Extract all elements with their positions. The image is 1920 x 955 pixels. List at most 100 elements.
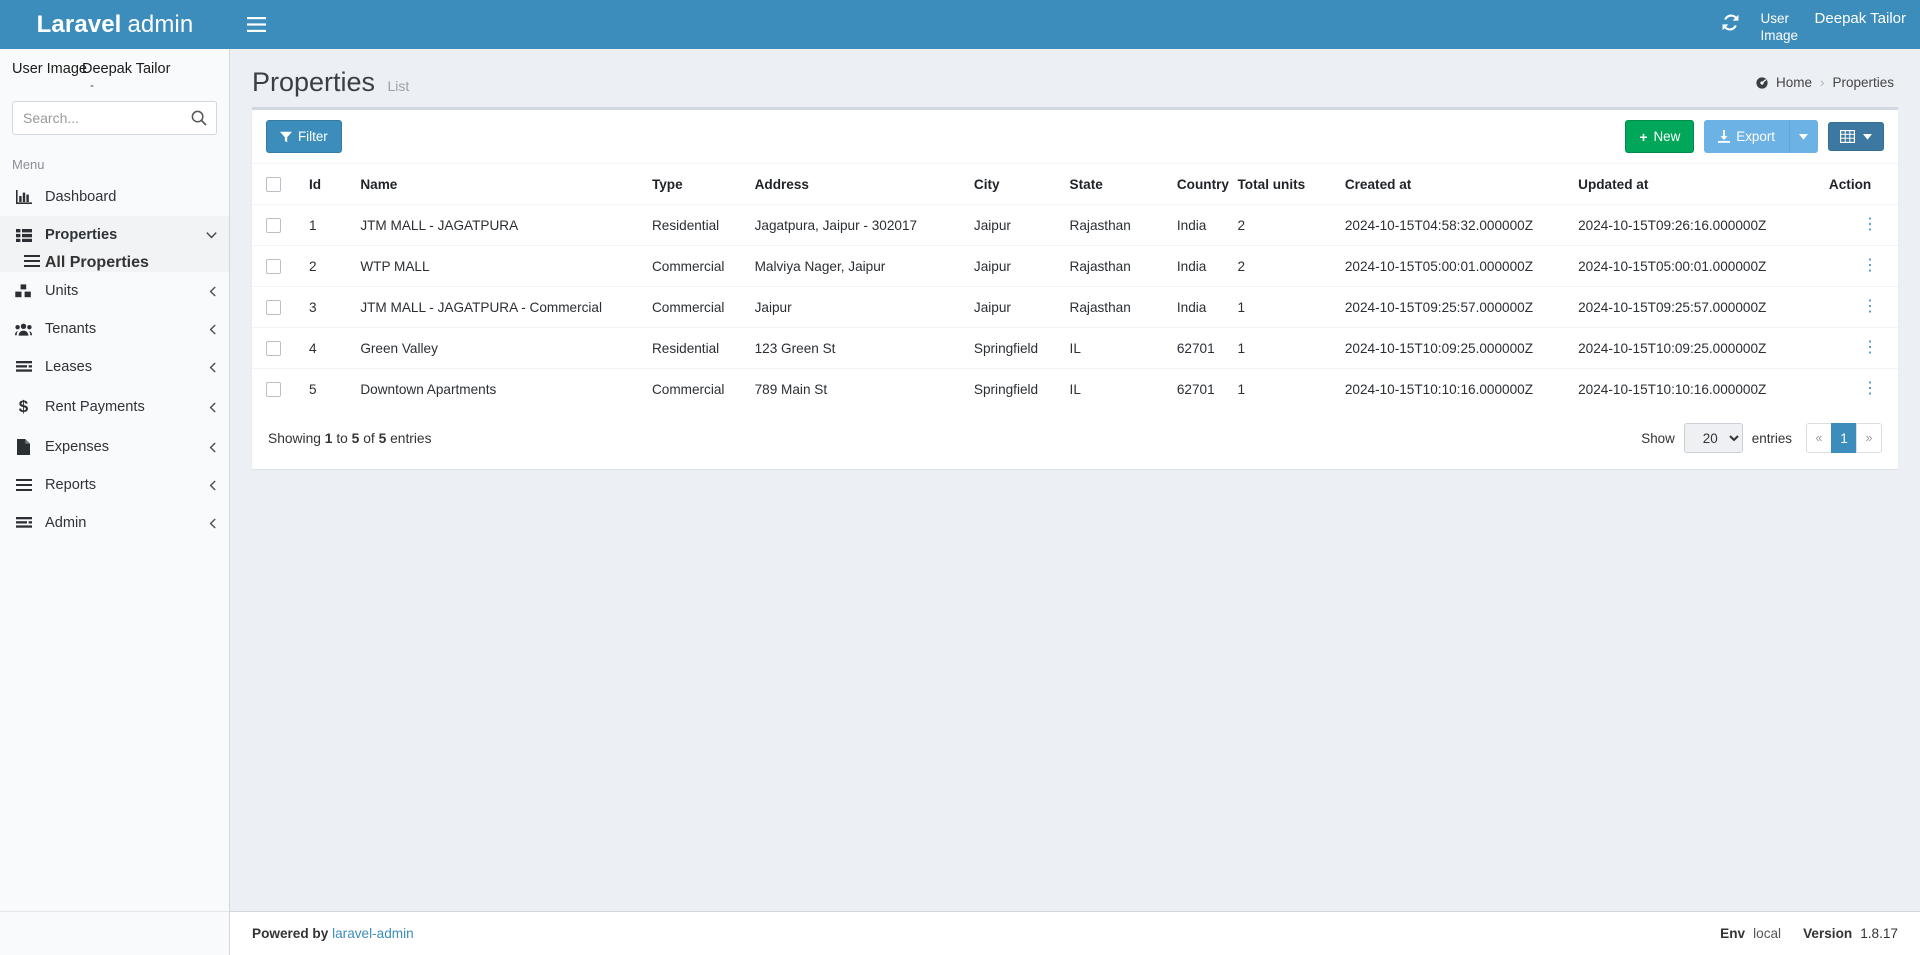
vertical-ellipsis-icon[interactable]: ⋮ [1862, 299, 1878, 315]
breadcrumb: Home › Properties [1755, 75, 1894, 90]
row-checkbox[interactable] [266, 259, 281, 275]
cell-id: 1 [300, 204, 353, 246]
chevron-left-icon [209, 323, 217, 335]
download-icon [1718, 130, 1731, 144]
cell-state: IL [1061, 368, 1169, 410]
dollar-icon: $ [18, 397, 29, 416]
export-dropdown-toggle[interactable] [1789, 120, 1818, 154]
refresh-icon [1722, 14, 1739, 31]
sidebar-item-label: Units [45, 283, 79, 299]
export-button-label: Export [1736, 129, 1775, 144]
search-input[interactable] [12, 101, 217, 135]
sidebar-user-status: - [90, 78, 94, 92]
sidebar-item-label: Expenses [45, 439, 110, 455]
select-all-header [252, 163, 301, 206]
sidebar-item-rent-payments[interactable]: $ Rent Payments [0, 386, 229, 428]
cell-name: JTM MALL - JAGATPURA - Commercial [352, 286, 644, 328]
th-list-icon [14, 228, 33, 242]
column-header-state[interactable]: State [1061, 163, 1169, 206]
vertical-ellipsis-icon[interactable]: ⋮ [1862, 258, 1878, 274]
breadcrumb-home-link[interactable]: Home [1755, 75, 1812, 90]
brand-logo[interactable]: Laravel admin [0, 0, 230, 49]
new-button[interactable]: + New [1625, 120, 1695, 154]
sidebar-item-all-properties[interactable]: All Properties [0, 254, 229, 272]
column-header-updated-at[interactable]: Updated at [1570, 163, 1821, 206]
row-select-cell [252, 327, 301, 369]
cell-name: Downtown Apartments [352, 368, 644, 410]
sidebar-item-leases[interactable]: Leases [0, 348, 229, 386]
sidebar-avatar-alt-text: User Image [12, 61, 87, 77]
cell-name: JTM MALL - JAGATPURA [352, 204, 644, 246]
vertical-ellipsis-icon[interactable]: ⋮ [1862, 381, 1878, 397]
sidebar-item-admin[interactable]: Admin [0, 504, 229, 542]
new-button-label: New [1653, 129, 1681, 144]
cell-created-at: 2024-10-15T09:25:57.000000Z [1336, 286, 1571, 328]
filter-button[interactable]: Filter [266, 120, 342, 154]
entries-label: entries [1751, 430, 1792, 446]
select-all-checkbox[interactable] [266, 177, 281, 193]
sidebar-item-units[interactable]: Units [0, 272, 229, 310]
brand-name-bold: Laravel [36, 10, 122, 38]
cell-updated-at: 2024-10-15T10:09:25.000000Z [1570, 327, 1821, 369]
funnel-icon [280, 131, 292, 143]
content-area: Properties List Home › Properties Filter… [230, 49, 1920, 955]
row-checkbox[interactable] [266, 218, 281, 234]
column-header-address[interactable]: Address [746, 163, 966, 206]
refresh-button[interactable] [1722, 10, 1739, 31]
sidebar-item-dashboard[interactable]: Dashboard [0, 178, 229, 216]
row-checkbox[interactable] [266, 341, 281, 357]
column-header-type[interactable]: Type [643, 163, 747, 206]
sidebar-item-properties[interactable]: Properties All Properties [0, 216, 229, 272]
current-page-button[interactable]: 1 [1831, 423, 1857, 454]
chevron-left-icon [209, 479, 217, 491]
showing-prefix: Showing [268, 430, 321, 446]
grid-toolbar: Filter + New Export [252, 110, 1898, 163]
export-button-group: Export [1704, 120, 1818, 154]
cell-country: 62701 [1168, 327, 1230, 369]
first-page-button[interactable]: « [1806, 423, 1832, 454]
column-selector-button[interactable] [1828, 122, 1884, 152]
sidebar-item-label: Admin [45, 515, 87, 531]
row-checkbox[interactable] [266, 300, 281, 316]
column-header-city[interactable]: City [965, 163, 1062, 206]
cell-id: 3 [300, 286, 353, 328]
search-submit-button[interactable] [191, 109, 209, 127]
content-header: Properties List Home › Properties [230, 49, 1920, 107]
column-header-name[interactable]: Name [352, 163, 644, 206]
list-alt-icon [14, 361, 33, 373]
page-title: Properties [252, 67, 376, 97]
filter-button-label: Filter [298, 129, 328, 144]
per-page-select[interactable]: 20 [1683, 423, 1743, 454]
cell-address: 123 Green St [746, 327, 966, 369]
env-value: local [1753, 926, 1782, 941]
sidebar-footer-spacer [0, 911, 229, 955]
last-page-button[interactable]: » [1856, 423, 1882, 454]
navbar-user-menu[interactable]: User Image Deepak Tailor [1761, 10, 1906, 44]
dashboard-home-icon [1755, 76, 1769, 89]
sidebar-toggle-button[interactable] [230, 0, 282, 49]
column-header-country[interactable]: Country [1168, 163, 1230, 206]
column-header-total-units[interactable]: Total units [1229, 163, 1337, 206]
cell-created-at: 2024-10-15T05:00:01.000000Z [1336, 245, 1571, 287]
vertical-ellipsis-icon[interactable]: ⋮ [1862, 340, 1878, 356]
properties-table: Id Name Type Address City State Country … [252, 163, 1898, 410]
cell-address: Malviya Nager, Jaipur [746, 245, 966, 287]
sidebar-item-tenants[interactable]: Tenants [0, 310, 229, 348]
export-button[interactable]: Export [1704, 120, 1789, 154]
cell-name: WTP MALL [352, 245, 644, 287]
table-body: 1 JTM MALL - JAGATPURA Residential Jagat… [252, 204, 1898, 410]
laravel-admin-link[interactable]: laravel-admin [332, 926, 414, 941]
sidebar-item-expenses[interactable]: Expenses [0, 428, 229, 466]
column-header-created-at[interactable]: Created at [1336, 163, 1571, 206]
page-subtitle: List [387, 78, 410, 94]
table-row: 5 Downtown Apartments Commercial 789 Mai… [252, 368, 1898, 410]
sidebar-item-reports[interactable]: Reports [0, 466, 229, 504]
vertical-ellipsis-icon[interactable]: ⋮ [1862, 217, 1878, 233]
sidebar-item-label: Reports [45, 477, 97, 493]
cell-city: Springfield [965, 368, 1062, 410]
showing-to-word: to [336, 430, 348, 446]
column-header-id[interactable]: Id [300, 163, 353, 206]
sidebar-user-panel: User Image Deepak Tailor - [0, 49, 229, 99]
row-checkbox[interactable] [266, 382, 281, 398]
sidebar-item-label: Properties [45, 227, 118, 243]
